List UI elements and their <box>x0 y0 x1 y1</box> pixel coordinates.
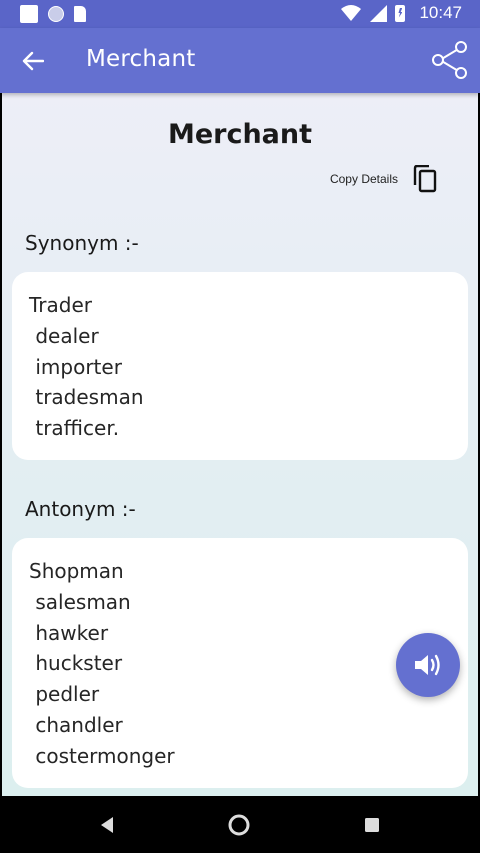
synonym-section-title: Synonym :- <box>25 231 139 255</box>
home-circle-icon <box>228 814 250 836</box>
copy-icon <box>413 165 437 193</box>
app-bar-title: Merchant <box>86 46 196 72</box>
back-triangle-icon <box>101 817 113 833</box>
speaker-icon <box>415 654 440 676</box>
notification-circle-icon <box>48 6 64 22</box>
status-system: 10:47 <box>341 3 462 23</box>
copy-details-label: Copy Details <box>329 172 398 186</box>
speak-fab-button[interactable] <box>396 633 460 697</box>
status-time: 10:47 <box>419 3 462 22</box>
status-notifications <box>20 5 86 23</box>
nav-back-button[interactable] <box>92 810 122 840</box>
antonym-item: salesman <box>29 589 131 614</box>
recents-square-icon <box>365 818 379 832</box>
synonym-item: dealer <box>29 323 99 348</box>
wifi-icon <box>341 5 362 21</box>
antonym-item: huckster <box>29 651 123 676</box>
sd-card-icon <box>74 6 86 22</box>
antonym-item: chandler <box>29 712 123 737</box>
antonym-list: Shopman salesman hawker huckster pedler … <box>29 556 175 772</box>
share-button[interactable] <box>430 40 470 80</box>
antonym-item: costermonger <box>29 743 175 768</box>
signal-icon <box>370 5 388 22</box>
back-button[interactable] <box>16 44 50 78</box>
antonym-item: hawker <box>29 620 109 645</box>
battery-charging-icon <box>395 4 406 22</box>
synonym-item: importer <box>29 354 122 379</box>
copy-details-button[interactable]: Copy Details <box>330 165 438 193</box>
antonym-item: Shopman <box>29 559 124 583</box>
synonym-item: tradesman <box>29 385 144 410</box>
synonym-card: Trader dealer importer tradesman traffic… <box>12 272 468 460</box>
word-title: Merchant <box>167 119 313 150</box>
status-bar: 10:47 <box>0 0 480 28</box>
nav-home-button[interactable] <box>224 810 254 840</box>
app-bar: Merchant <box>0 28 480 93</box>
synonym-item: trafficer. <box>29 416 120 441</box>
synonym-list: Trader dealer importer tradesman traffic… <box>29 290 144 444</box>
synonym-item: Trader <box>29 293 92 317</box>
arrow-left-icon <box>22 51 44 71</box>
antonym-item: pedler <box>29 682 100 707</box>
antonym-section-title: Antonym :- <box>25 497 136 521</box>
notification-square-icon <box>20 5 38 23</box>
nav-recents-button[interactable] <box>357 810 387 840</box>
word-detail-content[interactable]: Merchant Copy Details Synonym :- Trader … <box>2 93 478 796</box>
system-nav-bar <box>0 796 480 853</box>
share-icon <box>432 41 467 79</box>
